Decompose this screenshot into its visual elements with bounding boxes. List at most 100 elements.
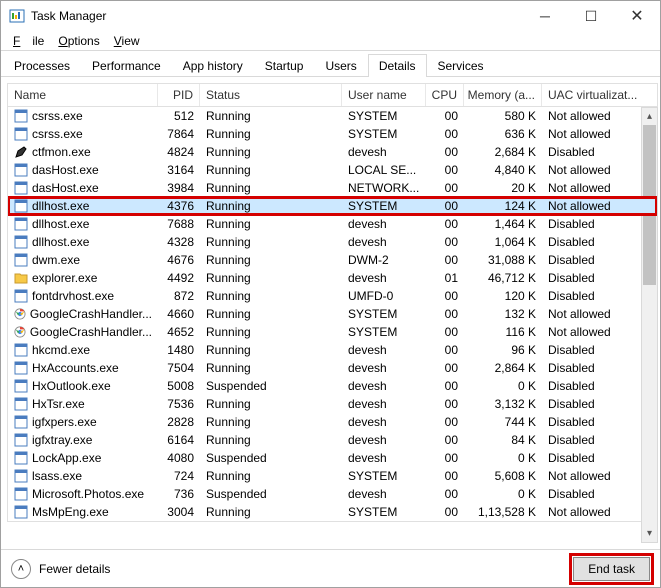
col-uac[interactable]: UAC virtualizat... bbox=[542, 84, 638, 106]
table-row[interactable]: igfxtray.exe6164Runningdevesh0084 KDisab… bbox=[8, 431, 657, 449]
tab-app-history[interactable]: App history bbox=[172, 54, 254, 77]
scroll-up-arrow-icon[interactable]: ▴ bbox=[642, 108, 657, 125]
cell-name: dasHost.exe bbox=[8, 181, 158, 195]
cell-uac: Not allowed bbox=[542, 199, 638, 213]
cell-name: Microsoft.Photos.exe bbox=[8, 487, 158, 501]
window-buttons: ─ ☐ ✕ bbox=[522, 1, 660, 31]
cell-name: GoogleCrashHandler... bbox=[8, 325, 158, 339]
cell-name: dllhost.exe bbox=[8, 235, 158, 249]
cell-status: Suspended bbox=[200, 451, 342, 465]
col-cpu[interactable]: CPU bbox=[426, 84, 464, 106]
cell-mem: 744 K bbox=[464, 415, 542, 429]
vertical-scrollbar[interactable]: ▴ ▾ bbox=[641, 107, 658, 543]
table-row[interactable]: hkcmd.exe1480Runningdevesh0096 KDisabled bbox=[8, 341, 657, 359]
process-icon bbox=[14, 271, 28, 285]
table-row[interactable]: HxOutlook.exe5008Suspendeddevesh000 KDis… bbox=[8, 377, 657, 395]
table-row[interactable]: dasHost.exe3164RunningLOCAL SE...004,840… bbox=[8, 161, 657, 179]
cell-status: Running bbox=[200, 181, 342, 195]
tab-users[interactable]: Users bbox=[314, 54, 367, 77]
maximize-button[interactable]: ☐ bbox=[568, 1, 614, 31]
cell-name: csrss.exe bbox=[8, 109, 158, 123]
cell-status: Running bbox=[200, 325, 342, 339]
cell-pid: 7864 bbox=[158, 127, 200, 141]
cell-name: igfxtray.exe bbox=[8, 433, 158, 447]
titlebar[interactable]: Task Manager ─ ☐ ✕ bbox=[1, 1, 660, 31]
cell-user: devesh bbox=[342, 217, 426, 231]
tab-services[interactable]: Services bbox=[427, 54, 495, 77]
table-row[interactable]: lsass.exe724RunningSYSTEM005,608 KNot al… bbox=[8, 467, 657, 485]
table-row[interactable]: MsMpEng.exe3004RunningSYSTEM001,13,528 K… bbox=[8, 503, 657, 521]
table-row[interactable]: igfxpers.exe2828Runningdevesh00744 KDisa… bbox=[8, 413, 657, 431]
tab-performance[interactable]: Performance bbox=[81, 54, 172, 77]
cell-cpu: 00 bbox=[426, 307, 464, 321]
table-row[interactable]: Microsoft.Photos.exe736Suspendeddevesh00… bbox=[8, 485, 657, 503]
table-row[interactable]: dasHost.exe3984RunningNETWORK...0020 KNo… bbox=[8, 179, 657, 197]
cell-pid: 1480 bbox=[158, 343, 200, 357]
tab-startup[interactable]: Startup bbox=[254, 54, 315, 77]
cell-name: explorer.exe bbox=[8, 271, 158, 285]
table-row[interactable]: LockApp.exe4080Suspendeddevesh000 KDisab… bbox=[8, 449, 657, 467]
table-row[interactable]: ctfmon.exe4824Runningdevesh002,684 KDisa… bbox=[8, 143, 657, 161]
cell-name: dwm.exe bbox=[8, 253, 158, 267]
cell-uac: Disabled bbox=[542, 415, 638, 429]
cell-pid: 7504 bbox=[158, 361, 200, 375]
table-row[interactable]: fontdrvhost.exe872RunningUMFD-000120 KDi… bbox=[8, 287, 657, 305]
scroll-down-arrow-icon[interactable]: ▾ bbox=[642, 525, 657, 542]
table-row[interactable]: dllhost.exe4376RunningSYSTEM00124 KNot a… bbox=[8, 197, 657, 215]
col-status[interactable]: Status bbox=[200, 84, 342, 106]
menu-view[interactable]: View bbox=[108, 32, 146, 50]
table-row[interactable]: csrss.exe7864RunningSYSTEM00636 KNot all… bbox=[8, 125, 657, 143]
cell-status: Running bbox=[200, 253, 342, 267]
cell-pid: 3164 bbox=[158, 163, 200, 177]
cell-user: devesh bbox=[342, 343, 426, 357]
cell-user: devesh bbox=[342, 379, 426, 393]
table-row[interactable]: HxAccounts.exe7504Runningdevesh002,864 K… bbox=[8, 359, 657, 377]
table-row[interactable]: GoogleCrashHandler...4652RunningSYSTEM00… bbox=[8, 323, 657, 341]
minimize-button[interactable]: ─ bbox=[522, 1, 568, 31]
menu-file[interactable]: File bbox=[7, 32, 50, 50]
cell-cpu: 00 bbox=[426, 109, 464, 123]
table-row[interactable]: explorer.exe4492Runningdevesh0146,712 KD… bbox=[8, 269, 657, 287]
menu-options[interactable]: Options bbox=[52, 32, 105, 50]
cell-cpu: 00 bbox=[426, 127, 464, 141]
table-row[interactable]: GoogleCrashHandler...4660RunningSYSTEM00… bbox=[8, 305, 657, 323]
process-icon bbox=[14, 379, 28, 393]
col-name[interactable]: Name bbox=[8, 84, 158, 106]
cell-uac: Disabled bbox=[542, 433, 638, 447]
cell-user: devesh bbox=[342, 271, 426, 285]
cell-mem: 5,608 K bbox=[464, 469, 542, 483]
cell-name: dllhost.exe bbox=[8, 217, 158, 231]
cell-cpu: 00 bbox=[426, 433, 464, 447]
table-row[interactable]: dllhost.exe4328Runningdevesh001,064 KDis… bbox=[8, 233, 657, 251]
cell-pid: 4376 bbox=[158, 199, 200, 213]
tab-details[interactable]: Details bbox=[368, 54, 427, 77]
cell-uac: Disabled bbox=[542, 253, 638, 267]
cell-mem: 20 K bbox=[464, 181, 542, 195]
close-button[interactable]: ✕ bbox=[614, 1, 660, 31]
cell-name: HxOutlook.exe bbox=[8, 379, 158, 393]
table-row[interactable]: HxTsr.exe7536Runningdevesh003,132 KDisab… bbox=[8, 395, 657, 413]
cell-mem: 132 K bbox=[464, 307, 542, 321]
cell-pid: 4492 bbox=[158, 271, 200, 285]
process-icon bbox=[14, 325, 26, 339]
cell-uac: Not allowed bbox=[542, 505, 638, 519]
col-pid[interactable]: PID bbox=[158, 84, 200, 106]
cell-name: hkcmd.exe bbox=[8, 343, 158, 357]
cell-user: devesh bbox=[342, 451, 426, 465]
col-user[interactable]: User name bbox=[342, 84, 426, 106]
cell-name: ctfmon.exe bbox=[8, 145, 158, 159]
cell-mem: 96 K bbox=[464, 343, 542, 357]
cell-status: Running bbox=[200, 217, 342, 231]
cell-pid: 4824 bbox=[158, 145, 200, 159]
table-row[interactable]: dwm.exe4676RunningDWM-20031,088 KDisable… bbox=[8, 251, 657, 269]
fewer-details-button[interactable]: ˄ Fewer details bbox=[11, 559, 110, 579]
cell-uac: Not allowed bbox=[542, 307, 638, 321]
col-mem[interactable]: Memory (a... bbox=[464, 84, 542, 106]
table-row[interactable]: csrss.exe512RunningSYSTEM00580 KNot allo… bbox=[8, 107, 657, 125]
tab-processes[interactable]: Processes bbox=[3, 54, 81, 77]
table-row[interactable]: dllhost.exe7688Runningdevesh001,464 KDis… bbox=[8, 215, 657, 233]
cell-cpu: 00 bbox=[426, 361, 464, 375]
cell-pid: 6164 bbox=[158, 433, 200, 447]
end-task-button[interactable]: End task bbox=[573, 557, 650, 581]
cell-user: SYSTEM bbox=[342, 307, 426, 321]
